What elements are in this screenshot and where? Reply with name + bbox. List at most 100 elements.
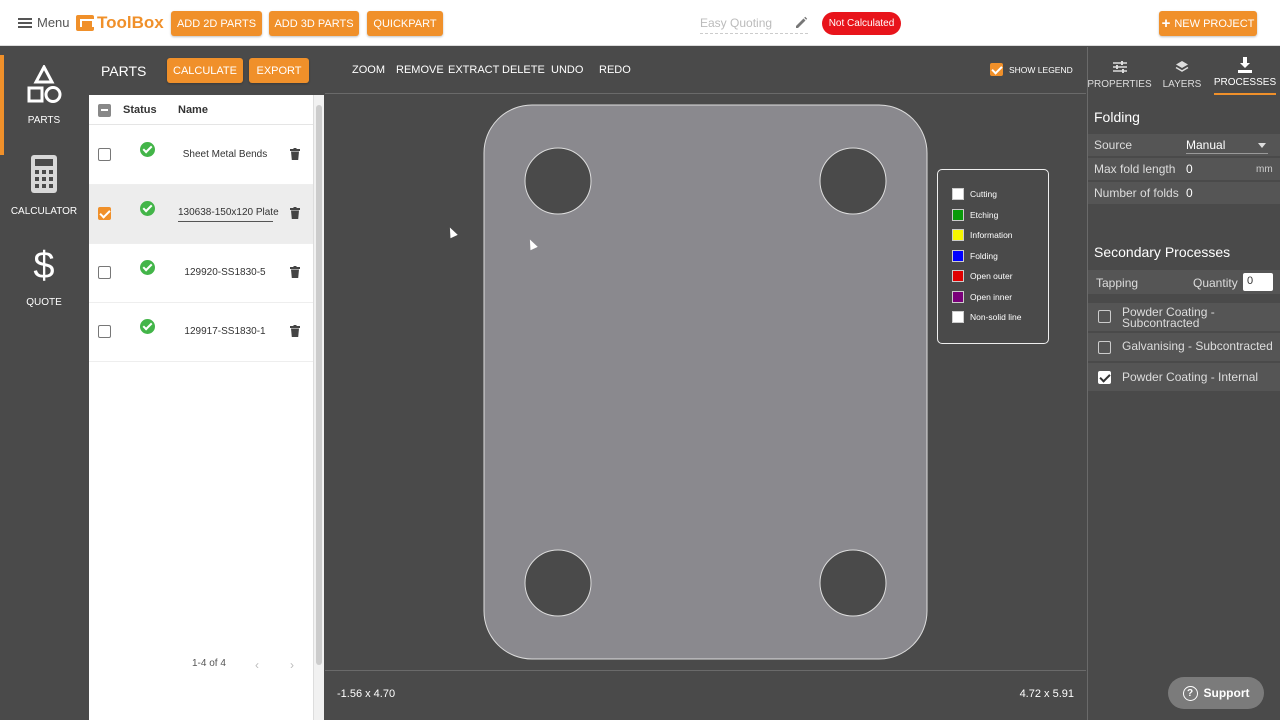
part-canvas[interactable]: Cutting Etching Information Folding Open… [325, 95, 1086, 670]
left-nav: PARTS CALCULATOR $ QUOTE [0, 47, 88, 720]
source-select[interactable]: Manual [1186, 138, 1225, 152]
parts-title: PARTS [101, 63, 147, 79]
properties-panel: PROPERTIES LAYERS PROCESSES Folding Sour… [1087, 47, 1280, 720]
chevron-right-icon[interactable]: › [290, 658, 294, 672]
source-row: Source Manual [1088, 134, 1280, 157]
status-ok-icon [140, 260, 155, 275]
part-row[interactable]: 130638-150x120 Plate [89, 185, 313, 244]
part-row[interactable]: 129920-SS1830-5 [89, 244, 313, 303]
hole-top-left[interactable] [524, 147, 592, 215]
tab-properties[interactable]: PROPERTIES [1087, 47, 1152, 95]
part-name: Sheet Metal Bends [182, 149, 268, 160]
process-item[interactable]: Powder Coating - Internal [1088, 363, 1280, 392]
new-project-label: NEW PROJECT [1174, 17, 1255, 30]
process-item[interactable]: Powder Coating - Subcontracted [1088, 303, 1280, 332]
legend-swatch [952, 311, 964, 323]
part-dimensions: 4.72 x 5.91 [1019, 688, 1074, 700]
coordinate-bar: -1.56 x 4.70 4.72 x 5.91 [325, 670, 1086, 720]
parts-panel: PARTS CALCULATE EXPORT Status Name Sheet… [89, 47, 324, 720]
part-checkbox[interactable] [98, 207, 111, 220]
support-button[interactable]: ? Support [1168, 677, 1264, 709]
plus-icon: + [1161, 14, 1171, 32]
part-row[interactable]: 129917-SS1830-1 [89, 303, 313, 362]
number-of-folds-row: Number of folds 0 [1088, 182, 1280, 205]
export-button[interactable]: EXPORT [249, 58, 309, 83]
menu-button[interactable]: Menu [18, 15, 70, 30]
process-item[interactable]: Galvanising - Subcontracted [1088, 333, 1280, 362]
max-fold-length-input[interactable]: 0 [1186, 162, 1193, 176]
tab-processes[interactable]: PROCESSES [1214, 47, 1276, 95]
sliders-icon [1112, 61, 1127, 73]
nav-item-calculator[interactable]: CALCULATOR [0, 154, 88, 217]
legend-item: Information [952, 229, 1013, 241]
select-all-checkbox[interactable] [98, 104, 111, 117]
part-name-input[interactable]: 130638-150x120 Plate [178, 207, 279, 222]
status-ok-icon [140, 201, 155, 216]
legend-swatch [952, 188, 964, 200]
hole-top-right[interactable] [819, 147, 887, 215]
nav-item-quote[interactable]: $ QUOTE [0, 245, 88, 308]
tapping-row: Tapping Quantity 0 [1088, 270, 1280, 295]
tapping-quantity-input[interactable]: 0 [1243, 273, 1273, 291]
remove-button[interactable]: REMOVE [396, 64, 444, 76]
calculator-icon [31, 155, 57, 193]
status-ok-icon [140, 142, 155, 157]
max-fold-length-row: Max fold length 0 mm [1088, 158, 1280, 181]
part-name: 129917-SS1830-1 [184, 326, 266, 337]
trash-icon[interactable] [290, 325, 300, 337]
logo-text: ToolBox [97, 13, 164, 32]
redo-button[interactable]: REDO [599, 64, 631, 76]
add-3d-parts-button[interactable]: ADD 3D PARTS [269, 11, 359, 36]
app-logo[interactable]: ToolBox [76, 13, 164, 33]
trash-icon[interactable] [290, 207, 300, 219]
scrollbar-thumb[interactable] [316, 105, 322, 665]
chevron-down-icon[interactable] [1258, 143, 1266, 148]
part-checkbox[interactable] [98, 266, 111, 279]
legend-swatch [952, 291, 964, 303]
shapes-icon [27, 65, 62, 103]
chevron-left-icon[interactable]: ‹ [255, 658, 259, 672]
status-badge: Not Calculated [822, 12, 901, 35]
zoom-button[interactable]: ZOOM [352, 64, 385, 76]
calculate-button[interactable]: CALCULATE [167, 58, 243, 83]
show-legend-checkbox[interactable] [990, 63, 1003, 76]
tab-layers[interactable]: LAYERS [1153, 47, 1211, 95]
trash-icon[interactable] [290, 148, 300, 160]
process-checkbox[interactable] [1098, 341, 1111, 354]
hole-bottom-right[interactable] [819, 549, 887, 617]
pencil-icon[interactable] [794, 16, 808, 30]
trash-icon[interactable] [290, 266, 300, 278]
show-legend-toggle[interactable]: SHOW LEGEND [990, 63, 1073, 76]
layers-icon [1175, 61, 1189, 72]
process-checkbox[interactable] [1098, 371, 1111, 384]
legend-item: Etching [952, 209, 998, 221]
parts-scrollbar[interactable] [313, 95, 324, 720]
legend-item: Open outer [952, 270, 1013, 282]
legend-swatch [952, 229, 964, 241]
name-column-header: Name [178, 104, 208, 116]
part-checkbox[interactable] [98, 148, 111, 161]
extract-button[interactable]: EXTRACT [448, 64, 499, 76]
quickpart-button[interactable]: QUICKPART [367, 11, 443, 36]
hamburger-icon [18, 17, 32, 28]
hole-bottom-left[interactable] [524, 549, 592, 617]
status-ok-icon [140, 319, 155, 334]
legend-swatch [952, 209, 964, 221]
add-2d-parts-button[interactable]: ADD 2D PARTS [171, 11, 262, 36]
undo-button[interactable]: UNDO [551, 64, 583, 76]
part-checkbox[interactable] [98, 325, 111, 338]
show-legend-label: SHOW LEGEND [1009, 64, 1073, 75]
line-legend: Cutting Etching Information Folding Open… [937, 169, 1049, 344]
delete-button[interactable]: DELETE [502, 64, 545, 76]
legend-swatch [952, 270, 964, 282]
new-project-button[interactable]: + NEW PROJECT [1159, 11, 1257, 36]
nav-item-parts[interactable]: PARTS [0, 55, 88, 155]
process-checkbox[interactable] [1098, 310, 1111, 323]
dollar-icon: $ [33, 245, 55, 287]
pagination-label: 1-4 of 4 [192, 658, 226, 669]
legend-item: Cutting [952, 188, 997, 200]
quote-name-field[interactable]: Easy Quoting [700, 16, 808, 34]
legend-swatch [952, 250, 964, 262]
part-row[interactable]: Sheet Metal Bends [89, 126, 313, 185]
cursor-coordinates: -1.56 x 4.70 [337, 688, 396, 700]
